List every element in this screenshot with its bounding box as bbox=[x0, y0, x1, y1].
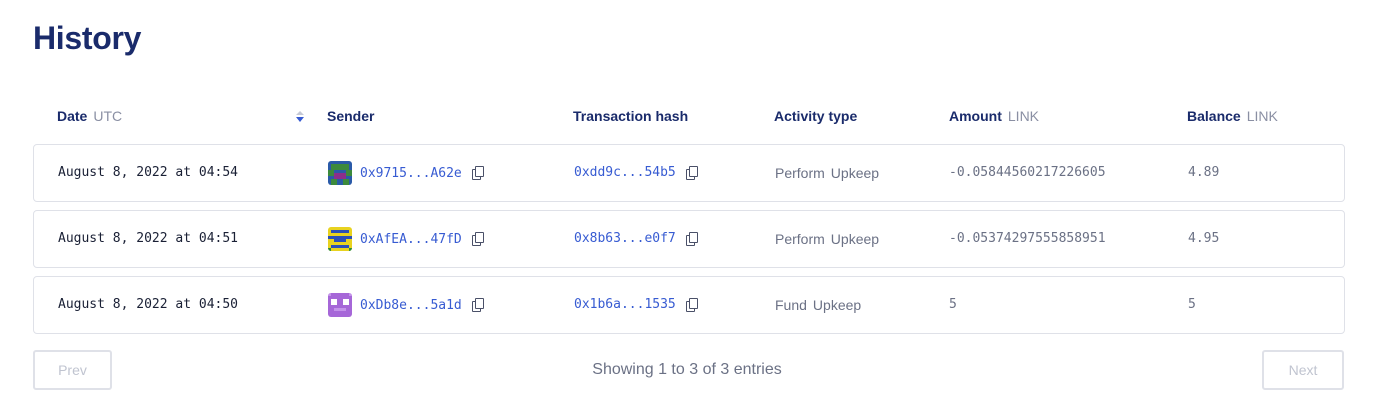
activity-word: Upkeep bbox=[830, 165, 880, 181]
tx-hash-link[interactable]: 0xdd9c...54b5 bbox=[574, 165, 676, 180]
col-sender-label: Sender bbox=[327, 108, 375, 124]
col-header-sender: Sender bbox=[327, 108, 374, 124]
sender-address-link[interactable]: 0x9715...A62e bbox=[360, 166, 462, 181]
sender-address-link[interactable]: 0xAfEA...47fD bbox=[360, 232, 462, 247]
row-hash: 0x1b6a...1535 bbox=[574, 297, 699, 312]
avatar bbox=[328, 293, 352, 317]
row-date: August 8, 2022 at 04:54 bbox=[58, 165, 239, 180]
row-balance: 4.95 bbox=[1188, 231, 1220, 246]
avatar bbox=[328, 227, 352, 251]
activity-word: Upkeep bbox=[830, 231, 880, 247]
activity-word: Fund bbox=[775, 297, 807, 313]
tx-hash-link[interactable]: 0x1b6a...1535 bbox=[574, 297, 676, 312]
page-title: History bbox=[33, 20, 142, 56]
table-row: August 8, 2022 at 04:51 0xAfEA...47fD 0x… bbox=[33, 210, 1345, 268]
avatar bbox=[328, 161, 352, 185]
col-header-date[interactable]: Date UTC bbox=[57, 108, 122, 124]
col-date-label: Date bbox=[57, 108, 88, 124]
activity-word: Upkeep bbox=[812, 297, 862, 313]
col-amount-unit: LINK bbox=[1007, 108, 1040, 124]
copy-icon[interactable] bbox=[685, 165, 699, 180]
activity-word: Perform bbox=[775, 231, 825, 247]
col-amount-label: Amount bbox=[949, 108, 1002, 124]
col-header-hash: Transaction hash bbox=[573, 108, 688, 124]
col-activity-label: Activity type bbox=[774, 108, 858, 124]
row-activity: Fund Upkeep bbox=[775, 297, 861, 313]
row-date: August 8, 2022 at 04:50 bbox=[58, 297, 239, 312]
row-date: August 8, 2022 at 04:51 bbox=[58, 231, 239, 246]
table-header: Date UTC Sender Transaction hash Activity… bbox=[33, 104, 1345, 128]
col-header-activity: Activity type bbox=[774, 108, 857, 124]
pagination-status: Showing 1 to 3 of 3 entries bbox=[592, 361, 782, 378]
col-header-amount: Amount LINK bbox=[949, 108, 1039, 124]
row-activity: Perform Upkeep bbox=[775, 231, 879, 247]
row-balance: 5 bbox=[1188, 297, 1196, 312]
copy-icon[interactable] bbox=[685, 231, 699, 246]
col-header-balance: Balance LINK bbox=[1187, 108, 1278, 124]
copy-icon[interactable] bbox=[471, 166, 485, 180]
col-balance-unit: LINK bbox=[1246, 108, 1278, 124]
table-row: August 8, 2022 at 04:50 0xDb8e...5a1d 0x… bbox=[33, 276, 1345, 334]
row-hash: 0xdd9c...54b5 bbox=[574, 165, 699, 180]
row-sender: 0xAfEA...47fD bbox=[328, 227, 485, 251]
row-balance: 4.89 bbox=[1188, 165, 1220, 180]
copy-icon[interactable] bbox=[685, 297, 699, 312]
row-activity: Perform Upkeep bbox=[775, 165, 879, 181]
row-amount: -0.05374297555858951 bbox=[949, 231, 1106, 246]
activity-word: Perform bbox=[775, 165, 825, 181]
row-sender: 0x9715...A62e bbox=[328, 161, 485, 185]
copy-icon[interactable] bbox=[471, 232, 485, 246]
next-button[interactable]: Next bbox=[1262, 350, 1344, 390]
tx-hash-link[interactable]: 0x8b63...e0f7 bbox=[574, 231, 676, 246]
row-amount: -0.05844560217226605 bbox=[949, 165, 1106, 180]
row-sender: 0xDb8e...5a1d bbox=[328, 293, 485, 317]
sort-desc-icon[interactable] bbox=[295, 111, 305, 123]
table-row: August 8, 2022 at 04:54 0x9715...A62e 0x… bbox=[33, 144, 1345, 202]
col-hash-label: Transaction hash bbox=[573, 108, 689, 124]
row-amount: 5 bbox=[949, 297, 957, 312]
col-balance-label: Balance bbox=[1187, 108, 1241, 124]
col-date-unit: UTC bbox=[93, 108, 123, 124]
row-hash: 0x8b63...e0f7 bbox=[574, 231, 699, 246]
sender-address-link[interactable]: 0xDb8e...5a1d bbox=[360, 298, 462, 313]
copy-icon[interactable] bbox=[471, 298, 485, 312]
